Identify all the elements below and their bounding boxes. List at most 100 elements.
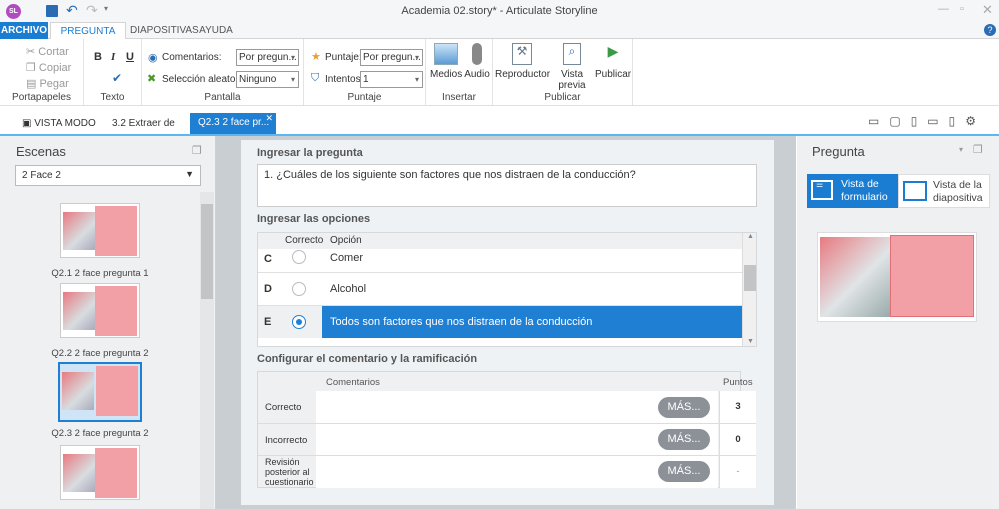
- points-cell[interactable]: -: [719, 456, 756, 488]
- comments-label: Comentarios:: [162, 52, 222, 63]
- scenes-scrollbar[interactable]: [200, 192, 214, 509]
- options-table: Correcto Opción C Comer D Alcohol E Todo…: [257, 232, 757, 347]
- group-puntaje: ★ Puntaje: Por pregun... ⛉ Intentos: 1 P…: [304, 39, 426, 105]
- phone-portrait-icon[interactable]: ▯: [949, 114, 966, 128]
- scroll-down-icon[interactable]: ▼: [747, 338, 754, 345]
- preview-button[interactable]: ⌕ Vista previa: [549, 43, 595, 91]
- document-tabs: ▣ VISTA MODO HI... 3.2 Extraer de F... Q…: [0, 106, 999, 149]
- more-button[interactable]: MÁS...: [658, 429, 710, 450]
- feedback-label: Incorrecto: [265, 435, 308, 446]
- points-cell[interactable]: 0: [719, 424, 756, 455]
- close-tab-icon[interactable]: ✕: [265, 108, 273, 128]
- shuffle-icon: ✖: [147, 73, 157, 85]
- bold-button[interactable]: B: [94, 51, 102, 63]
- option-text[interactable]: Comer: [330, 252, 363, 264]
- tab-ayuda[interactable]: AYUDA: [198, 22, 234, 39]
- copy-button[interactable]: ❐ Copiar: [26, 61, 71, 74]
- slide-thumbnail[interactable]: [60, 283, 140, 338]
- option-letter: D: [264, 283, 272, 295]
- float-panel-icon[interactable]: ❐: [973, 143, 983, 156]
- scrollbar-thumb[interactable]: [201, 204, 213, 299]
- tablet-landscape-icon[interactable]: ▢: [889, 114, 910, 128]
- group-text: B I U ✔ Texto: [84, 39, 142, 105]
- comments-dropdown[interactable]: Por pregun...: [236, 49, 299, 66]
- float-panel-icon[interactable]: ❐: [192, 144, 202, 157]
- more-button[interactable]: MÁS...: [658, 397, 710, 418]
- scene-dropdown[interactable]: 2 Face 2 ▼: [15, 165, 201, 186]
- underline-button[interactable]: U: [126, 51, 134, 63]
- option-letter: C: [264, 253, 272, 265]
- option-text[interactable]: Alcohol: [330, 283, 366, 295]
- tablet-portrait-icon[interactable]: ▯: [911, 114, 928, 128]
- audio-label: Audio: [464, 69, 490, 80]
- slide-thumbnail[interactable]: [60, 445, 140, 500]
- feedback-comment-field[interactable]: MÁS...: [316, 391, 718, 423]
- group-label: Portapapeles: [12, 92, 71, 103]
- settings-gear-icon[interactable]: ⚙: [965, 114, 986, 128]
- shuffle-dropdown[interactable]: Ninguno: [236, 71, 299, 88]
- correct-radio-checked[interactable]: [292, 315, 306, 329]
- comments-icon: ◉: [148, 52, 158, 64]
- star-icon: ★: [311, 51, 321, 63]
- player-label: Reproductor: [495, 69, 551, 80]
- form-view-icon: ☰: [811, 180, 833, 200]
- maximize-button[interactable]: ▫: [960, 3, 964, 15]
- publish-button[interactable]: ▶ Publicar: [595, 43, 631, 80]
- doc-tab-story-view[interactable]: ▣ VISTA MODO HI...: [22, 114, 108, 149]
- slide-question-box: [890, 235, 974, 317]
- more-button[interactable]: MÁS...: [658, 461, 710, 482]
- minimize-button[interactable]: —: [938, 3, 949, 15]
- help-icon[interactable]: ?: [984, 24, 996, 36]
- paste-button[interactable]: ▤ Pegar: [26, 77, 69, 90]
- points-cell[interactable]: 3: [719, 391, 756, 423]
- tab-diapositivas[interactable]: DIAPOSITIVAS: [130, 22, 199, 39]
- tab-archivo[interactable]: ARCHIVO: [0, 22, 48, 39]
- group-pantalla: ◉ Comentarios: Por pregun... ✖ Selección…: [142, 39, 304, 105]
- feedback-comment-field[interactable]: MÁS...: [316, 424, 718, 455]
- option-text[interactable]: Todos son factores que nos distraen de l…: [330, 316, 592, 328]
- media-button[interactable]: Medios: [430, 43, 462, 80]
- scrollbar-thumb[interactable]: [744, 265, 756, 291]
- scroll-up-icon[interactable]: ▲: [747, 233, 754, 240]
- slide-label: Q2.3 2 face pregunta 2: [51, 428, 149, 439]
- audio-button[interactable]: Audio: [463, 43, 491, 80]
- attempts-dropdown[interactable]: 1: [360, 71, 423, 88]
- italic-button[interactable]: I: [111, 51, 115, 63]
- desktop-view-icon[interactable]: ▭: [868, 114, 889, 128]
- doc-tab-slide-3-2[interactable]: 3.2 Extraer de F...: [112, 114, 188, 149]
- form-view-button[interactable]: ☰ Vista de formulario: [807, 174, 898, 208]
- doc-tab-active[interactable]: Q2.3 2 face pr... ✕: [190, 113, 276, 134]
- close-button[interactable]: ✕: [982, 2, 993, 18]
- feedback-row-review: Revisión posterior al cuestionario MÁS..…: [258, 456, 756, 488]
- feedback-row-incorrect: Incorrecto MÁS... 0: [258, 424, 756, 456]
- slide-view-button[interactable]: Vista de la diapositiva: [898, 174, 990, 208]
- phone-landscape-icon[interactable]: ▭: [927, 114, 948, 128]
- question-panel: Pregunta ▾ ❐ ☰ Vista de formulario Vista…: [797, 136, 999, 509]
- player-icon: ⚒: [512, 43, 532, 65]
- feedback-row-correct: Correcto MÁS... 3: [258, 391, 756, 424]
- feedback-table: Comentarios Puntos Correcto MÁS... 3 Inc…: [257, 371, 756, 488]
- attempts-label: Intentos:: [325, 74, 364, 85]
- group-label: Texto: [100, 92, 125, 103]
- correct-radio[interactable]: [292, 282, 306, 296]
- feedback-label: Correcto: [265, 402, 302, 413]
- slide-thumbnail[interactable]: [60, 203, 140, 258]
- spellcheck-icon[interactable]: ✔: [112, 71, 122, 85]
- score-dropdown[interactable]: Por pregun...: [360, 49, 423, 66]
- option-row-selected[interactable]: E Todos son factores que nos distraen de…: [258, 306, 742, 338]
- option-row[interactable]: D Alcohol: [258, 273, 742, 306]
- col-option: Opción: [330, 235, 362, 246]
- options-heading: Ingresar las opciones: [257, 213, 371, 225]
- question-input[interactable]: 1. ¿Cuáles de los siguiente son factores…: [257, 164, 757, 207]
- panel-menu-icon[interactable]: ▾: [959, 145, 963, 154]
- options-scrollbar[interactable]: ▲ ▼: [742, 233, 756, 346]
- option-row[interactable]: C Comer: [258, 249, 742, 273]
- cut-button[interactable]: ✂ Cortar: [26, 45, 69, 58]
- tab-pregunta[interactable]: PREGUNTA: [50, 22, 126, 40]
- attempts-icon: ⛉: [311, 72, 320, 84]
- correct-radio[interactable]: [292, 250, 306, 264]
- feedback-comment-field[interactable]: MÁS...: [316, 456, 718, 488]
- player-button[interactable]: ⚒ Reproductor: [495, 43, 551, 80]
- copy-label: Copiar: [38, 62, 72, 74]
- slide-thumbnail-selected[interactable]: [58, 362, 142, 422]
